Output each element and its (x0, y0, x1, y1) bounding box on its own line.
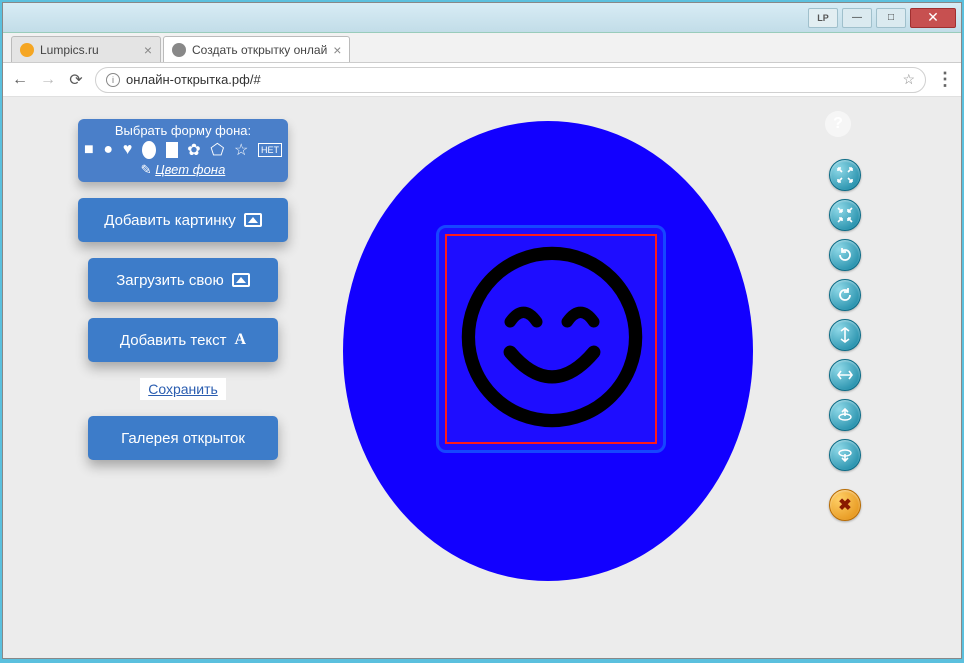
expand-button[interactable] (829, 159, 861, 191)
bookmark-star-icon[interactable]: ☆ (902, 71, 915, 88)
button-label: Добавить картинку (104, 212, 235, 229)
tab-close-icon[interactable]: × (333, 42, 341, 58)
rotate-cw-button[interactable] (829, 279, 861, 311)
favicon-icon (20, 43, 34, 57)
shape-pentagon-icon[interactable]: ⬠ (210, 140, 224, 160)
save-link[interactable]: Сохранить (140, 378, 226, 400)
titlebar: LP — □ ✕ (3, 3, 961, 33)
close-button[interactable]: ✕ (910, 8, 956, 28)
menu-icon[interactable]: ⋮ (936, 69, 953, 90)
shape-star-icon[interactable]: ☆ (234, 140, 248, 160)
add-image-button[interactable]: Добавить картинку (78, 198, 288, 242)
page-content: ? Выбрать форму фона: ■ ● ♥ ✿ ⬠ ☆ НЕТ ✎ (3, 97, 961, 658)
layer-down-button[interactable] (829, 439, 861, 471)
flip-vertical-button[interactable] (829, 319, 861, 351)
address-bar: ← → ⟳ i онлайн-открытка.рф/# ☆ ⋮ (3, 63, 961, 97)
image-icon (232, 273, 250, 287)
button-label: Загрузить свою (116, 272, 224, 289)
upload-own-button[interactable]: Загрузить свою (88, 258, 278, 302)
delete-icon: ✖ (838, 495, 851, 515)
favicon-icon (172, 43, 186, 57)
url-text: онлайн-открытка.рф/# (126, 72, 261, 87)
eyedropper-icon[interactable]: ✎ (141, 162, 152, 177)
smiley-object[interactable] (457, 242, 647, 432)
maximize-button[interactable]: □ (876, 8, 906, 28)
browser-window: LP — □ ✕ Lumpics.ru × Создать открытку о… (2, 2, 962, 659)
tab-close-icon[interactable]: × (144, 42, 152, 58)
help-button[interactable]: ? (825, 111, 851, 137)
minimize-button[interactable]: — (842, 8, 872, 28)
tab-title: Создать открытку онлай (192, 43, 327, 57)
rotate-ccw-icon (837, 247, 853, 263)
button-label: Галерея открыток (121, 430, 245, 447)
shape-circle-icon[interactable]: ● (103, 141, 113, 159)
shape-square-icon[interactable]: ■ (84, 141, 94, 159)
bg-color-link[interactable]: Цвет фона (155, 162, 225, 177)
text-icon: A (235, 331, 247, 349)
flip-horizontal-button[interactable] (829, 359, 861, 391)
button-label: Добавить текст (120, 332, 227, 349)
url-input[interactable]: i онлайн-открытка.рф/# ☆ (95, 67, 926, 93)
add-text-button[interactable]: Добавить текст A (88, 318, 278, 362)
shape-puzzle-icon[interactable]: ✿ (187, 140, 200, 160)
shape-none-button[interactable]: НЕТ (258, 143, 282, 157)
gallery-button[interactable]: Галерея открыток (88, 416, 278, 460)
shape-heart-icon[interactable]: ♥ (123, 141, 133, 159)
profile-badge[interactable]: LP (808, 8, 838, 28)
selection-box[interactable] (436, 225, 666, 453)
shrink-icon (837, 207, 853, 223)
delete-button[interactable]: ✖ (829, 489, 861, 521)
shrink-button[interactable] (829, 199, 861, 231)
back-icon[interactable]: ← (11, 71, 29, 89)
tab-title: Lumpics.ru (40, 43, 99, 57)
image-icon (244, 213, 262, 227)
reload-icon[interactable]: ⟳ (67, 70, 85, 90)
rotate-cw-icon (837, 287, 853, 303)
shape-panel: Выбрать форму фона: ■ ● ♥ ✿ ⬠ ☆ НЕТ ✎ Цв… (78, 119, 288, 182)
shape-panel-title: Выбрать форму фона: (84, 123, 282, 138)
tabstrip: Lumpics.ru × Создать открытку онлай × (3, 33, 961, 63)
layer-up-icon (837, 407, 853, 423)
sidebar: Выбрать форму фона: ■ ● ♥ ✿ ⬠ ☆ НЕТ ✎ Цв… (73, 119, 293, 460)
layer-down-icon (837, 447, 853, 463)
bg-color-row: ✎ Цвет фона (84, 162, 282, 178)
flip-h-icon (837, 367, 853, 383)
layer-up-button[interactable] (829, 399, 861, 431)
shape-rect-icon[interactable] (166, 142, 178, 158)
browser-tab-0[interactable]: Lumpics.ru × (11, 36, 161, 62)
expand-icon (837, 167, 853, 183)
flip-v-icon (837, 327, 853, 343)
forward-icon[interactable]: → (39, 71, 57, 89)
rotate-ccw-button[interactable] (829, 239, 861, 271)
shape-row: ■ ● ♥ ✿ ⬠ ☆ НЕТ (84, 140, 282, 160)
shape-oval-icon[interactable] (142, 141, 156, 159)
site-info-icon[interactable]: i (106, 73, 120, 87)
canvas-area[interactable] (333, 105, 773, 605)
tool-column: ✖ (827, 159, 863, 521)
browser-tab-1[interactable]: Создать открытку онлай × (163, 36, 350, 62)
